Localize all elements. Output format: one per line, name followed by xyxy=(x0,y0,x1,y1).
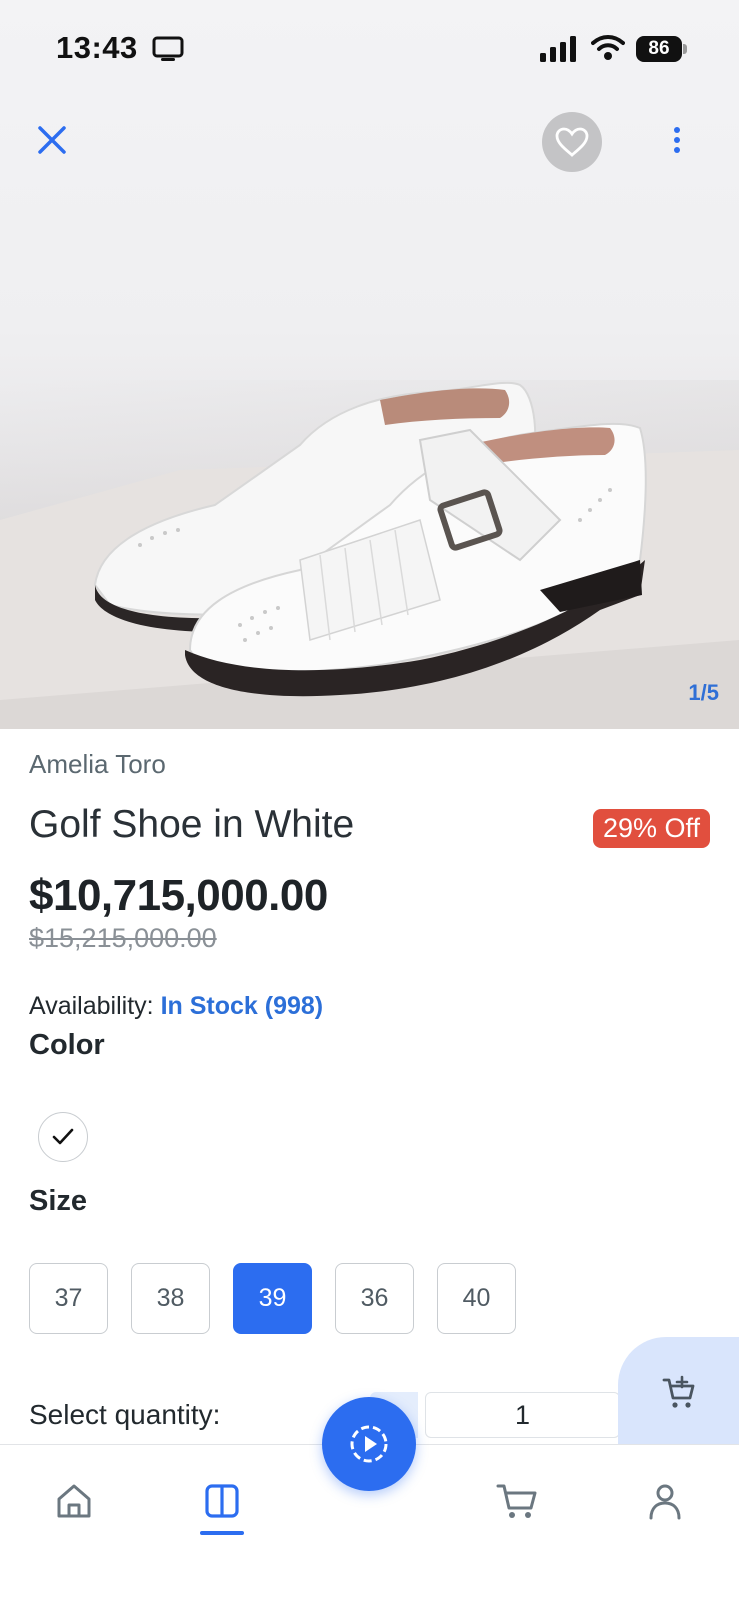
home-icon xyxy=(57,1484,91,1518)
close-button[interactable] xyxy=(30,118,74,162)
close-icon xyxy=(38,126,66,154)
battery-tip xyxy=(683,44,687,54)
nav-profile[interactable] xyxy=(635,1471,695,1531)
size-options: 37 38 39 36 40 xyxy=(29,1263,516,1334)
screen-mirroring-icon xyxy=(152,36,184,61)
status-time: 13:43 xyxy=(56,30,138,65)
status-bar: 13:43 86 xyxy=(0,0,739,100)
image-counter: 1/5 xyxy=(688,680,719,705)
availability-value: In Stock (998) xyxy=(160,992,324,1020)
discount-badge: 29% Off xyxy=(592,809,710,848)
size-option-36[interactable]: 36 xyxy=(335,1263,414,1334)
current-price: $10,715,000.00 xyxy=(29,871,328,920)
size-option-39[interactable]: 39 xyxy=(233,1263,312,1334)
cart-icon xyxy=(496,1484,537,1518)
cellular-signal-icon xyxy=(540,36,576,62)
product-title: Golf Shoe in White xyxy=(29,803,355,846)
wifi-icon xyxy=(591,35,625,60)
size-option-37[interactable]: 37 xyxy=(29,1263,108,1334)
catalog-icon xyxy=(205,1484,239,1518)
brand-name[interactable]: Amelia Toro xyxy=(29,749,166,780)
battery-indicator: 86 xyxy=(636,36,688,62)
product-image-gallery[interactable]: 1/5 xyxy=(0,0,739,729)
video-play-button[interactable] xyxy=(322,1397,416,1491)
color-swatch-white[interactable] xyxy=(38,1112,88,1162)
profile-icon xyxy=(649,1484,681,1520)
checkmark-icon xyxy=(52,1128,74,1145)
color-section-label: Color xyxy=(29,1029,105,1061)
original-price: $15,215,000.00 xyxy=(29,923,217,953)
nav-active-indicator xyxy=(200,1531,244,1535)
heart-icon xyxy=(555,127,589,157)
size-section-label: Size xyxy=(29,1185,88,1217)
favorite-button[interactable] xyxy=(542,112,602,172)
quantity-input[interactable]: 1 xyxy=(425,1392,620,1438)
play-circle-icon xyxy=(350,1425,388,1463)
nav-home[interactable] xyxy=(44,1471,104,1531)
nav-catalog[interactable] xyxy=(192,1471,252,1531)
add-to-cart-button[interactable] xyxy=(618,1337,739,1449)
product-photo xyxy=(0,381,739,729)
size-option-38[interactable]: 38 xyxy=(131,1263,210,1334)
battery-level: 86 xyxy=(636,36,682,62)
nav-cart[interactable] xyxy=(487,1471,547,1531)
size-option-40[interactable]: 40 xyxy=(437,1263,516,1334)
quantity-label: Select quantity: xyxy=(29,1399,221,1430)
add-to-cart-icon xyxy=(662,1375,694,1408)
more-options-button[interactable] xyxy=(662,118,692,162)
availability-label: Availability: xyxy=(29,992,154,1020)
more-vertical-icon xyxy=(674,127,680,153)
availability: Availability: In Stock (998) xyxy=(29,992,323,1021)
